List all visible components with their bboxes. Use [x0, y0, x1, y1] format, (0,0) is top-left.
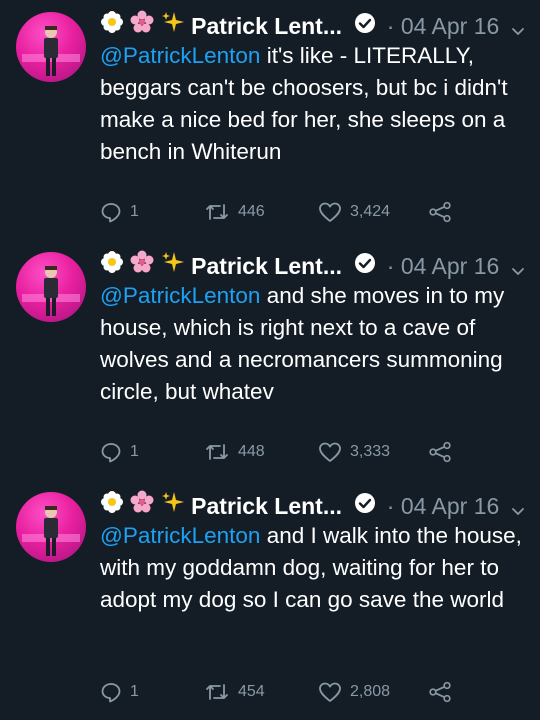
like-button[interactable]: 3,333: [318, 436, 390, 468]
like-button[interactable]: 3,424: [318, 196, 390, 228]
retweet-button[interactable]: 454: [204, 676, 265, 708]
tweet-actions: 1 448 3,333: [100, 436, 520, 468]
tweet-text: @PatrickLenton and I walk into the house…: [100, 520, 525, 616]
reply-count: 1: [130, 683, 139, 700]
verified-badge-icon: [354, 251, 376, 281]
sparkles-icon: [161, 490, 185, 521]
tweet-feed: Patrick Lent... · 04 Apr 16 @PatrickLent…: [0, 0, 540, 708]
retweet-icon: [206, 204, 228, 220]
share-icon: [429, 441, 451, 463]
retweet-count: 446: [238, 203, 265, 220]
separator: ·: [386, 252, 395, 279]
like-count: 3,424: [350, 203, 391, 220]
retweet-icon: [206, 444, 228, 460]
blossom-icon: [100, 490, 124, 521]
retweet-icon: [206, 684, 228, 700]
sparkles-icon: [161, 250, 185, 281]
avatar[interactable]: [16, 12, 86, 82]
reply-button[interactable]: 1: [100, 676, 139, 708]
cherry-blossom-icon: [130, 490, 154, 521]
reply-count: 1: [130, 443, 139, 460]
tweet-text: @PatrickLenton it's like - LITERALLY, be…: [100, 40, 525, 168]
tweet-header: Patrick Lent... · 04 Apr 16: [100, 9, 530, 39]
reply-icon: [101, 683, 121, 703]
retweet-button[interactable]: 446: [204, 196, 265, 228]
retweet-button[interactable]: 448: [204, 436, 265, 468]
reply-button[interactable]: 1: [100, 436, 139, 468]
tweet[interactable]: Patrick Lent... · 04 Apr 16 @PatrickLent…: [0, 240, 540, 480]
verified-badge-icon: [354, 491, 376, 521]
retweet-count: 448: [238, 443, 265, 460]
avatar[interactable]: [16, 252, 86, 322]
tweet-date[interactable]: 04 Apr 16: [401, 253, 499, 279]
blossom-icon: [100, 250, 124, 281]
reply-icon: [101, 203, 121, 223]
tweet-actions: 1 454 2,808: [100, 676, 520, 708]
reply-button[interactable]: 1: [100, 196, 139, 228]
cherry-blossom-icon: [130, 10, 154, 41]
retweet-count: 454: [238, 683, 265, 700]
author-name[interactable]: Patrick Lent...: [191, 493, 342, 519]
reply-count: 1: [130, 203, 139, 220]
tweet-header: Patrick Lent... · 04 Apr 16: [100, 489, 530, 519]
tweet-date[interactable]: 04 Apr 16: [401, 493, 499, 519]
share-icon: [429, 681, 451, 703]
verified-badge-icon: [354, 11, 376, 41]
separator: ·: [386, 492, 395, 519]
tweet-actions: 1 446 3,424: [100, 196, 520, 228]
share-button[interactable]: [428, 676, 460, 708]
blossom-icon: [100, 10, 124, 41]
like-icon: [319, 442, 341, 462]
reply-icon: [101, 443, 121, 463]
like-count: 2,808: [350, 683, 391, 700]
mention-link[interactable]: @PatrickLenton: [100, 43, 260, 68]
share-button[interactable]: [428, 196, 460, 228]
mention-link[interactable]: @PatrickLenton: [100, 523, 260, 548]
share-icon: [429, 201, 451, 223]
tweet-header: Patrick Lent... · 04 Apr 16: [100, 249, 530, 279]
like-icon: [319, 202, 341, 222]
author-name[interactable]: Patrick Lent...: [191, 13, 342, 39]
mention-link[interactable]: @PatrickLenton: [100, 283, 260, 308]
tweet[interactable]: Patrick Lent... · 04 Apr 16 @PatrickLent…: [0, 480, 540, 720]
tweet-text: @PatrickLenton and she moves in to my ho…: [100, 280, 525, 408]
sparkles-icon: [161, 10, 185, 41]
like-icon: [319, 682, 341, 702]
author-name[interactable]: Patrick Lent...: [191, 253, 342, 279]
like-count: 3,333: [350, 443, 391, 460]
separator: ·: [386, 12, 395, 39]
like-button[interactable]: 2,808: [318, 676, 390, 708]
tweet-date[interactable]: 04 Apr 16: [401, 13, 499, 39]
cherry-blossom-icon: [130, 250, 154, 281]
share-button[interactable]: [428, 436, 460, 468]
avatar[interactable]: [16, 492, 86, 562]
tweet[interactable]: Patrick Lent... · 04 Apr 16 @PatrickLent…: [0, 0, 540, 240]
